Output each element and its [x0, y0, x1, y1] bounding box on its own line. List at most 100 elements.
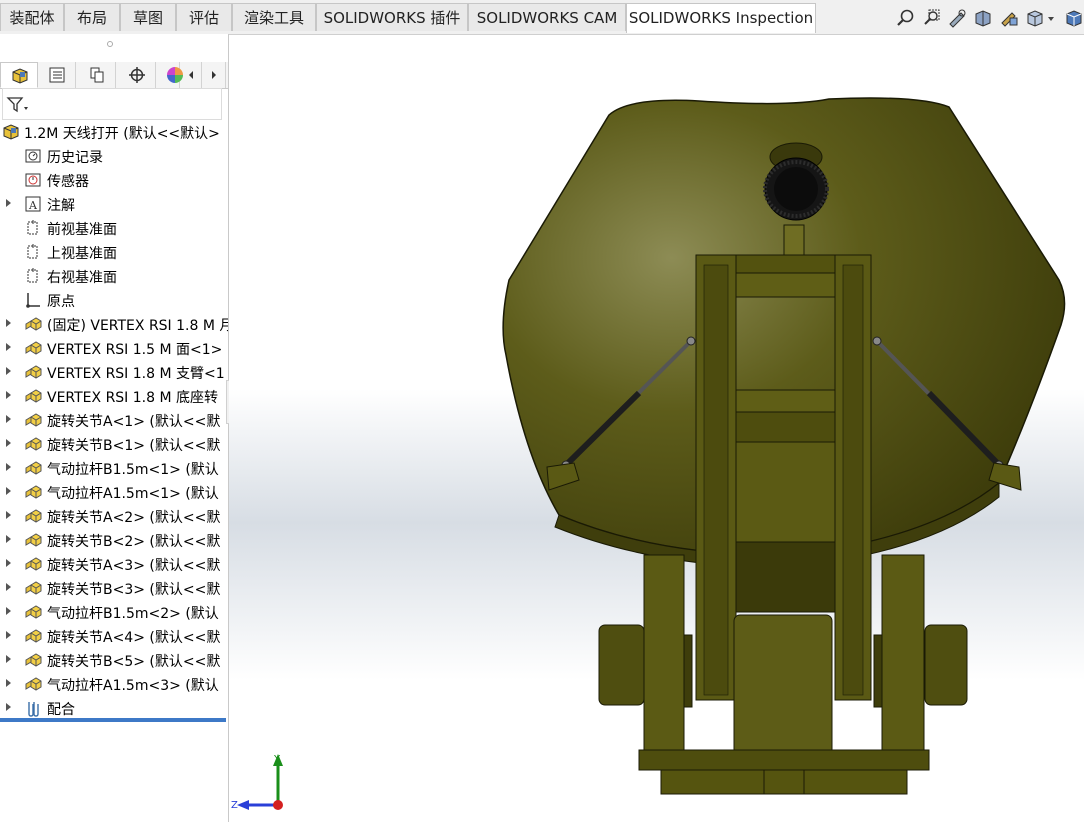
tab-render-tools[interactable]: 渲染工具 — [232, 3, 316, 31]
tree-item[interactable]: 旋转关节A<2> (默认<<默 — [0, 504, 228, 528]
tree-item[interactable]: 气动拉杆B1.5m<2> (默认 — [0, 600, 228, 624]
tree-item[interactable]: 旋转关节A<1> (默认<<默 — [0, 408, 228, 432]
tree-item-label: 历史记录 — [47, 150, 103, 166]
expand-arrow-icon[interactable] — [6, 367, 11, 375]
tree-item[interactable]: VERTEX RSI 1.8 M 支臂<1 — [0, 360, 228, 384]
tab-layout[interactable]: 布局 — [64, 3, 120, 31]
tree-item[interactable]: 原点 — [0, 288, 228, 312]
display-style-icon[interactable] — [1064, 8, 1084, 28]
configurationmanager-tab[interactable] — [78, 62, 116, 88]
expand-arrow-icon[interactable] — [6, 319, 11, 327]
tree-item[interactable]: 前视基准面 — [0, 216, 228, 240]
zoom-to-fit-icon[interactable] — [896, 8, 916, 28]
tree-item-label: 气动拉杆B1.5m<1> (默认 — [47, 462, 219, 478]
tree-item[interactable]: 旋转关节A<3> (默认<<默 — [0, 552, 228, 576]
tree-item[interactable]: A 注解 — [0, 192, 228, 216]
tree-item-label: 传感器 — [47, 174, 89, 190]
dropdown-arrow-icon[interactable] — [1046, 8, 1056, 28]
expand-arrow-icon[interactable] — [6, 679, 11, 687]
tree-item-label: 右视基准面 — [47, 270, 117, 286]
tree-item[interactable]: 配合 — [0, 696, 228, 720]
graphics-area[interactable]: Y Z — [229, 35, 1084, 822]
configuration-icon — [90, 67, 104, 83]
component-icon — [25, 341, 42, 355]
expand-arrow-icon[interactable] — [6, 559, 11, 567]
expand-arrow-icon[interactable] — [6, 439, 11, 447]
tree-item[interactable]: VERTEX RSI 1.8 M 底座转 — [0, 384, 228, 408]
tab-evaluate[interactable]: 评估 — [176, 3, 232, 31]
expand-arrow-icon[interactable] — [6, 343, 11, 351]
expand-arrow-icon[interactable] — [6, 463, 11, 471]
component-icon — [25, 557, 42, 571]
tab-solidworks-addins[interactable]: SOLIDWORKS 插件 — [316, 3, 468, 31]
component-icon — [25, 605, 42, 619]
triad-z-label: Z — [231, 800, 238, 811]
tree-item-label: 旋转关节A<4> (默认<<默 — [47, 630, 221, 646]
view-orientation-icon[interactable] — [1025, 8, 1045, 28]
zoom-to-area-icon[interactable] — [922, 8, 942, 28]
previous-view-icon[interactable] — [947, 8, 967, 28]
tree-item[interactable]: 右视基准面 — [0, 264, 228, 288]
panel-tabs — [0, 62, 228, 89]
scroll-tabs-right-button[interactable] — [202, 62, 226, 88]
tab-solidworks-inspection[interactable]: SOLIDWORKS Inspection — [626, 3, 816, 33]
tree-item[interactable]: 气动拉杆A1.5m<1> (默认 — [0, 480, 228, 504]
annotation-icon: A — [25, 196, 41, 212]
scroll-tabs-left-button[interactable] — [180, 62, 202, 88]
propertymanager-tab[interactable] — [38, 62, 76, 88]
expand-arrow-icon[interactable] — [6, 199, 11, 207]
sensor-icon — [25, 173, 41, 187]
dynamic-annotation-icon[interactable] — [999, 8, 1019, 28]
expand-arrow-icon[interactable] — [6, 391, 11, 399]
rollback-bar[interactable] — [0, 718, 226, 722]
antenna-model[interactable] — [229, 35, 1084, 822]
tree-item[interactable]: 历史记录 — [0, 144, 228, 168]
expand-arrow-icon[interactable] — [6, 583, 11, 591]
filter-icon[interactable] — [6, 95, 30, 115]
tree-item[interactable]: 旋转关节B<1> (默认<<默 — [0, 432, 228, 456]
expand-arrow-icon[interactable] — [6, 535, 11, 543]
featuremanager-tab[interactable] — [0, 62, 38, 88]
tree-item[interactable]: 传感器 — [0, 168, 228, 192]
tree-item-label: VERTEX RSI 1.5 M 面<1> — [47, 342, 223, 358]
tab-solidworks-cam[interactable]: SOLIDWORKS CAM — [468, 3, 626, 31]
expand-arrow-icon[interactable] — [6, 487, 11, 495]
expand-arrow-icon[interactable] — [6, 607, 11, 615]
tree-item-label: 气动拉杆B1.5m<2> (默认 — [47, 606, 219, 622]
expand-arrow-icon[interactable] — [6, 511, 11, 519]
triad-y-label: Y — [273, 754, 281, 765]
expand-arrow-icon[interactable] — [6, 655, 11, 663]
tree-item[interactable]: 气动拉杆B1.5m<1> (默认 — [0, 456, 228, 480]
tree-item[interactable]: 旋转关节B<3> (默认<<默 — [0, 576, 228, 600]
expand-arrow-icon[interactable] — [6, 631, 11, 639]
display-manager-tab[interactable] — [158, 62, 183, 88]
tree-filter[interactable] — [2, 88, 222, 120]
section-view-icon[interactable] — [973, 8, 993, 28]
tree-item[interactable]: 旋转关节B<5> (默认<<默 — [0, 648, 228, 672]
tree-item[interactable]: 旋转关节B<2> (默认<<默 — [0, 528, 228, 552]
tree-root-assembly[interactable]: 1.2M 天线打开 (默认<<默认> — [0, 120, 228, 144]
assembly-icon — [3, 124, 19, 140]
command-manager-tabs: 装配体 布局 草图 评估 渲染工具 SOLIDWORKS 插件 SOLIDWOR… — [0, 0, 1084, 35]
tab-assembly[interactable]: 装配体 — [0, 3, 64, 31]
assembly-tree-icon — [12, 68, 28, 84]
tree-item[interactable]: VERTEX RSI 1.5 M 面<1> — [0, 336, 228, 360]
expand-arrow-icon[interactable] — [6, 703, 11, 711]
tree-item[interactable]: 旋转关节A<4> (默认<<默 — [0, 624, 228, 648]
tab-sketch[interactable]: 草图 — [120, 3, 176, 31]
tree-item-label: 气动拉杆A1.5m<3> (默认 — [47, 678, 219, 694]
component-icon — [25, 629, 42, 643]
history-icon — [25, 149, 41, 163]
component-icon — [25, 509, 42, 523]
property-list-icon — [49, 67, 65, 83]
tree-item[interactable]: 气动拉杆A1.5m<3> (默认 — [0, 672, 228, 696]
component-icon — [25, 581, 42, 595]
dimxpert-tab[interactable] — [118, 62, 156, 88]
tree-item-label: 旋转关节B<3> (默认<<默 — [47, 582, 221, 598]
tree-item-label: 旋转关节A<3> (默认<<默 — [47, 558, 221, 574]
tree-item-label: 原点 — [47, 294, 75, 310]
expand-arrow-icon[interactable] — [6, 415, 11, 423]
panel-grip[interactable] — [107, 41, 113, 47]
tree-item[interactable]: 上视基准面 — [0, 240, 228, 264]
tree-item[interactable]: (固定) VERTEX RSI 1.8 M 月 — [0, 312, 228, 336]
